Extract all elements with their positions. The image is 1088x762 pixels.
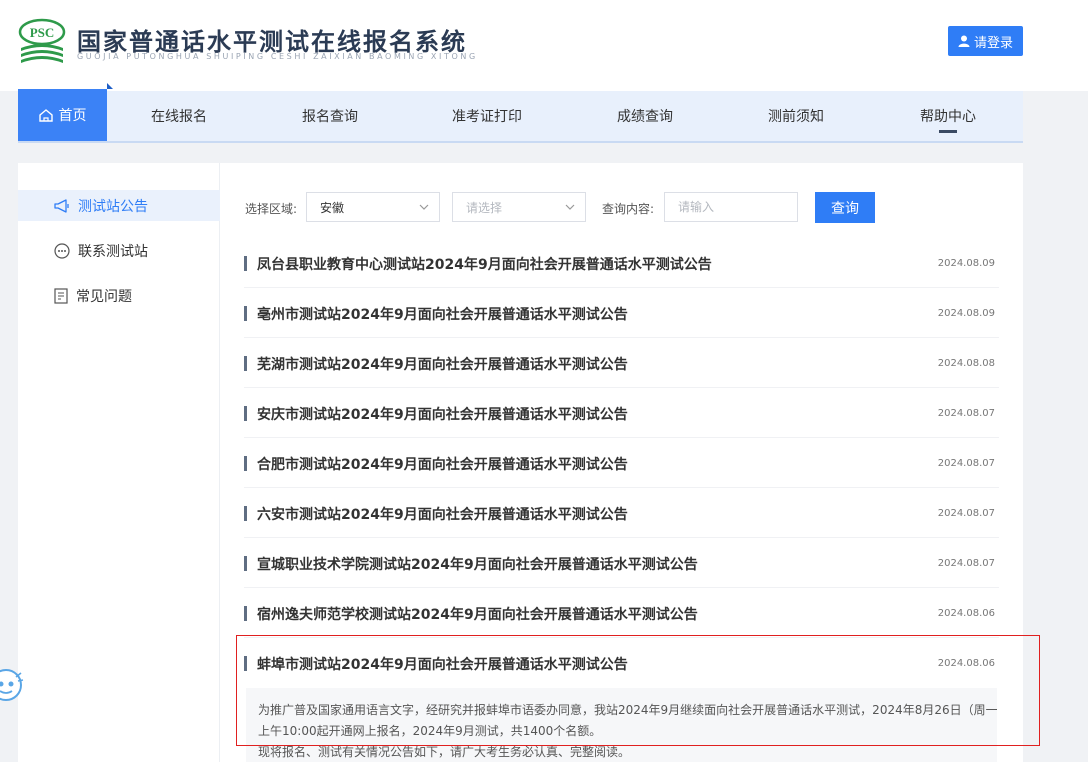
excerpt-line: 上午10:00起开通网上报名，2024年9月测试，共1400个名额。	[258, 724, 602, 738]
excerpt-line: 为推广普及国家通用语言文字，经研究并报蚌埠市语委办同意，我站2024年9月继续面…	[258, 703, 997, 717]
nav-label: 准考证打印	[452, 109, 522, 125]
notice-date: 2024.08.07	[937, 558, 995, 569]
notice-date: 2024.08.07	[937, 508, 995, 519]
notice-date: 2024.08.06	[937, 608, 995, 619]
notice-bullet-bar	[244, 256, 247, 271]
notice-title[interactable]: 蚌埠市测试站2024年9月面向社会开展普通话水平测试公告	[257, 654, 628, 674]
assistant-robot-icon[interactable]	[0, 667, 24, 703]
nav-label: 帮助中心	[920, 109, 976, 125]
nav-item-admission-ticket[interactable]: 准考证打印	[436, 91, 538, 141]
sidebar-item-station-notices[interactable]: 测试站公告	[18, 190, 220, 221]
sidebar-item-label: 测试站公告	[78, 198, 148, 215]
notice-item[interactable]: 宣城职业技术学院测试站2024年9月面向社会开展普通话水平测试公告 2024.0…	[244, 538, 999, 588]
sidebar: 测试站公告 联系测试站 常见问题	[18, 163, 220, 762]
nav-label: 测前须知	[768, 109, 824, 125]
notice-bullet-bar	[244, 456, 247, 471]
content-panel: 测试站公告 联系测试站 常见问题 选择区域: 安徽 请选择 查询内容: 查询	[18, 163, 1023, 762]
notice-item[interactable]: 亳州市测试站2024年9月面向社会开展普通话水平测试公告 2024.08.09	[244, 288, 999, 338]
notice-item-expanded[interactable]: 蚌埠市测试站2024年9月面向社会开展普通话水平测试公告 2024.08.06	[244, 638, 999, 688]
home-icon	[38, 108, 53, 122]
notice-date: 2024.08.07	[937, 458, 995, 469]
nav-item-registration-query[interactable]: 报名查询	[279, 91, 381, 141]
user-icon	[958, 35, 970, 47]
notice-excerpt: 为推广普及国家通用语言文字，经研究并报蚌埠市语委办同意，我站2024年9月继续面…	[246, 688, 997, 762]
notice-title[interactable]: 宣城职业技术学院测试站2024年9月面向社会开展普通话水平测试公告	[257, 554, 698, 574]
notice-title[interactable]: 合肥市测试站2024年9月面向社会开展普通话水平测试公告	[257, 454, 628, 474]
notice-bullet-bar	[244, 606, 247, 621]
sidebar-item-contact-station[interactable]: 联系测试站	[18, 235, 220, 266]
city-placeholder: 请选择	[466, 200, 503, 215]
query-label: 查询内容:	[602, 202, 655, 216]
notice-item[interactable]: 芜湖市测试站2024年9月面向社会开展普通话水平测试公告 2024.08.08	[244, 338, 999, 388]
city-select[interactable]: 请选择	[452, 192, 586, 222]
notice-item[interactable]: 安庆市测试站2024年9月面向社会开展普通话水平测试公告 2024.08.07	[244, 388, 999, 438]
nav-item-home[interactable]: 首页	[18, 83, 113, 141]
sidebar-item-label: 常见问题	[76, 288, 132, 305]
notice-bullet-bar	[244, 556, 247, 571]
sidebar-item-label: 联系测试站	[78, 243, 148, 260]
notice-item[interactable]: 六安市测试站2024年9月面向社会开展普通话水平测试公告 2024.08.07	[244, 488, 999, 538]
sidebar-item-faq[interactable]: 常见问题	[18, 280, 220, 311]
province-value: 安徽	[320, 200, 345, 215]
excerpt-line: 现将报名、测试有关情况公告如下，请广大考生务必认真、完整阅读。	[258, 745, 631, 759]
query-input[interactable]	[664, 192, 798, 222]
notice-date: 2024.08.08	[937, 358, 995, 369]
nav-label: 首页	[58, 108, 87, 124]
notice-item[interactable]: 宿州逸夫师范学校测试站2024年9月面向社会开展普通话水平测试公告 2024.0…	[244, 588, 999, 638]
notice-title[interactable]: 六安市测试站2024年9月面向社会开展普通话水平测试公告	[257, 504, 628, 524]
logo-text: PSC	[30, 25, 55, 40]
nav-active-underline	[939, 130, 957, 133]
notice-bullet-bar	[244, 506, 247, 521]
nav-label: 报名查询	[302, 109, 358, 125]
site-subtitle: GUOJIA PUTONGHUA SHUIPING CESHI ZAIXIAN …	[77, 52, 478, 61]
document-icon	[54, 287, 68, 304]
notice-title[interactable]: 亳州市测试站2024年9月面向社会开展普通话水平测试公告	[257, 304, 628, 324]
notice-bullet-bar	[244, 406, 247, 421]
chat-icon	[54, 242, 70, 259]
notice-item[interactable]: 凤台县职业教育中心测试站2024年9月面向社会开展普通话水平测试公告 2024.…	[244, 238, 999, 288]
notice-bullet-bar	[244, 306, 247, 321]
notice-date: 2024.08.06	[937, 658, 995, 669]
notice-bullet-bar	[244, 356, 247, 371]
notice-bullet-bar	[244, 656, 247, 671]
query-button[interactable]: 查询	[815, 192, 875, 223]
notice-item[interactable]: 合肥市测试站2024年9月面向社会开展普通话水平测试公告 2024.08.07	[244, 438, 999, 488]
region-label: 选择区域:	[245, 202, 298, 216]
notice-title[interactable]: 安庆市测试站2024年9月面向社会开展普通话水平测试公告	[257, 404, 628, 424]
notice-date: 2024.08.09	[937, 258, 995, 269]
nav-label: 成绩查询	[617, 109, 673, 125]
notice-date: 2024.08.09	[937, 308, 995, 319]
nav-item-score-query[interactable]: 成绩查询	[594, 91, 696, 141]
login-button[interactable]: 请登录	[948, 26, 1023, 56]
nav-item-online-registration[interactable]: 在线报名	[128, 91, 230, 141]
province-select[interactable]: 安徽	[306, 192, 440, 222]
psc-logo-icon: PSC	[18, 18, 66, 63]
login-label: 请登录	[973, 35, 1013, 51]
main-nav: 首页 在线报名 报名查询 准考证打印 成绩查询 测前须知 帮助中心	[18, 83, 1023, 143]
notice-date: 2024.08.07	[937, 408, 995, 419]
megaphone-icon	[54, 198, 69, 213]
notice-title[interactable]: 芜湖市测试站2024年9月面向社会开展普通话水平测试公告	[257, 354, 628, 374]
nav-label: 在线报名	[151, 109, 207, 125]
nav-item-help-center[interactable]: 帮助中心	[897, 91, 999, 141]
notice-title[interactable]: 宿州逸夫师范学校测试站2024年9月面向社会开展普通话水平测试公告	[257, 604, 698, 624]
chevron-down-icon	[419, 204, 429, 210]
nav-item-pre-test-notice[interactable]: 测前须知	[745, 91, 847, 141]
notice-title[interactable]: 凤台县职业教育中心测试站2024年9月面向社会开展普通话水平测试公告	[257, 254, 712, 274]
top-header: PSC 国家普通话水平测试在线报名系统 GUOJIA PUTONGHUA SHU…	[0, 0, 1088, 91]
chevron-down-icon	[565, 204, 575, 210]
